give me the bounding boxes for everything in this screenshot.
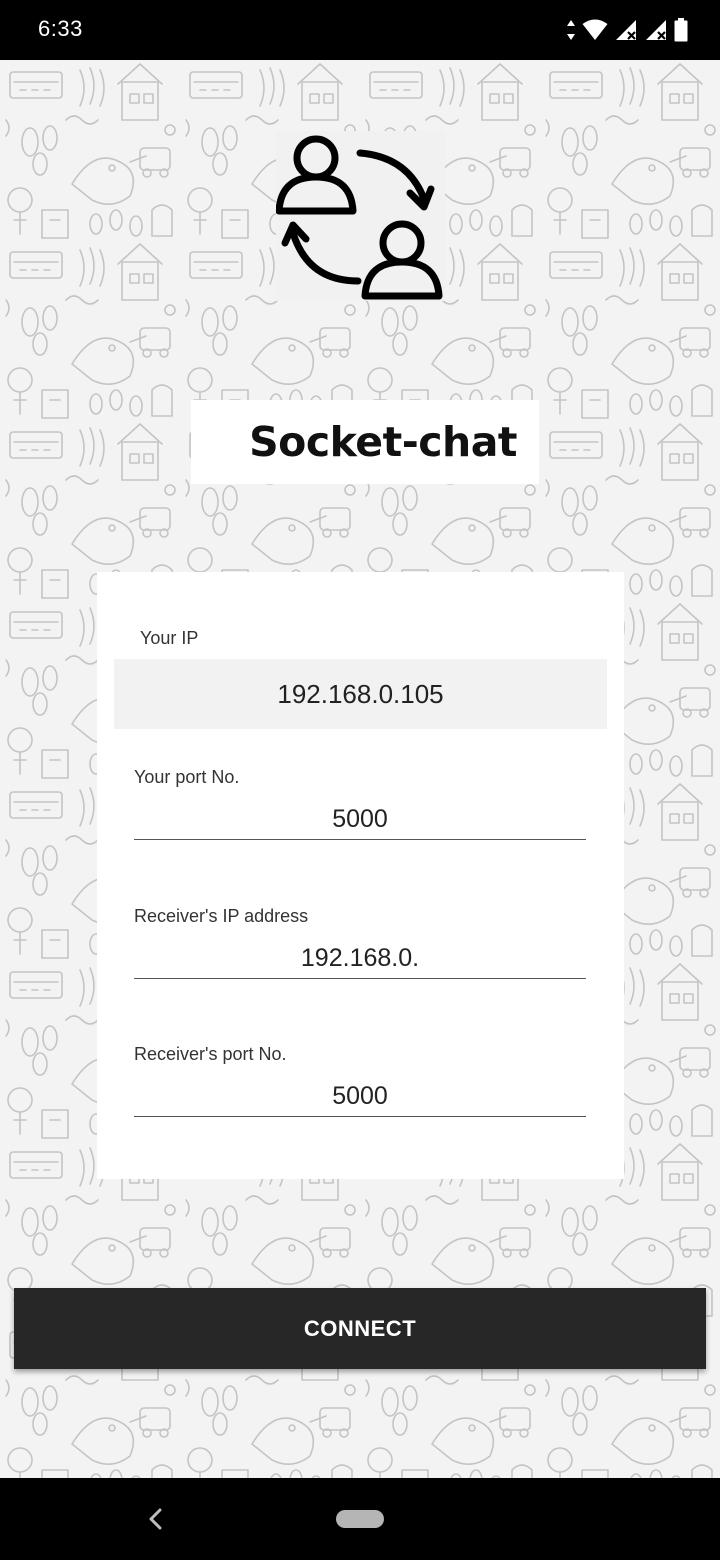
home-pill-icon[interactable] <box>336 1510 384 1528</box>
app-title: Socket-chat <box>249 418 517 466</box>
status-bar: 6:33 <box>0 0 720 60</box>
status-time: 6:33 <box>38 16 83 41</box>
connection-form: Your IP 192.168.0.105 Your port No. Rece… <box>97 572 624 1179</box>
receiver-port-input[interactable] <box>134 1076 586 1117</box>
title-banner: Socket-chat <box>191 400 539 484</box>
your-ip-value: 192.168.0.105 <box>277 679 444 709</box>
your-ip-label: Your IP <box>140 628 199 648</box>
receiver-ip-input[interactable] <box>134 938 586 979</box>
navigation-bar <box>0 1478 720 1560</box>
wifi-icon <box>582 19 608 40</box>
your-port-input[interactable] <box>134 799 586 840</box>
receiver-ip-label: Receiver's IP address <box>134 906 309 926</box>
app-screen: Socket-chat Your IP 192.168.0.105 Your p… <box>0 60 720 1478</box>
your-ip-display: 192.168.0.105 <box>114 659 607 729</box>
status-icons <box>566 16 688 44</box>
battery-icon <box>674 18 688 42</box>
back-chevron-icon[interactable] <box>143 1506 169 1532</box>
signal-x-icon <box>646 20 666 40</box>
connect-button[interactable]: CONNECT <box>14 1288 706 1369</box>
signal-x-icon <box>616 20 636 40</box>
user-exchange-icon <box>275 135 443 300</box>
app-logo <box>275 131 445 301</box>
receiver-port-label: Receiver's port No. <box>134 1044 287 1064</box>
data-arrows-icon <box>567 20 575 40</box>
your-port-label: Your port No. <box>134 767 240 787</box>
